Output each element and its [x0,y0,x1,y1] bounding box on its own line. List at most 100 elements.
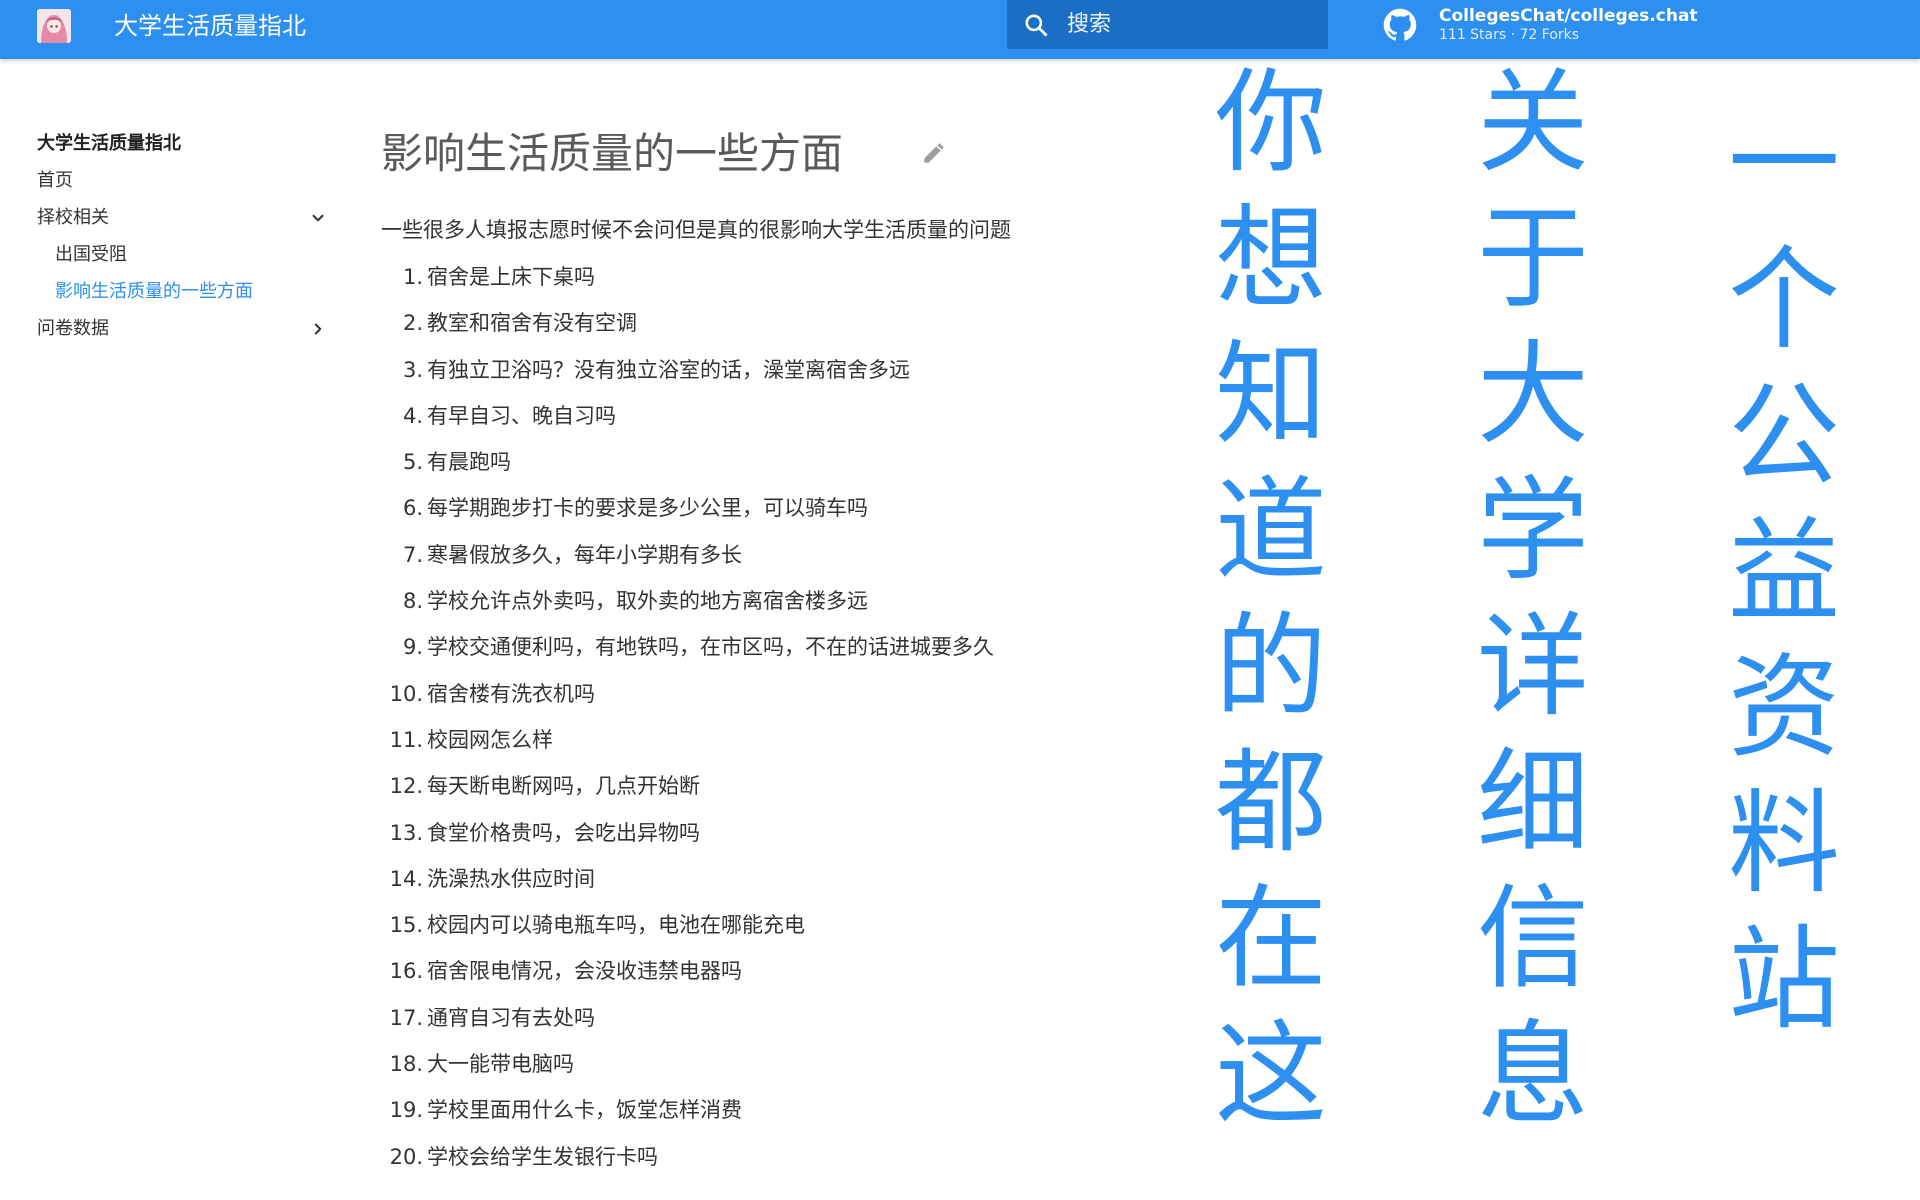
overlay-char: 道 [1215,466,1327,596]
overlay-char: 都 [1215,738,1327,868]
list-item-text: 大一能带电脑吗 [427,1052,574,1077]
overlay-char: 大 [1477,330,1589,460]
list-item: 4. 有早自习、晚自习吗 [381,402,1181,448]
question-list: 1. 宿舍是上床下桌吗 2. 教室和宿舍有没有空调 3. 有独立卫浴吗？没有独立浴室的… [381,263,1181,1189]
sidebar-title: 大学生活质量指北 [37,133,181,154]
list-item-text: 宿舍限电情况，会没收违禁电器吗 [427,959,742,984]
repo-stats: 111 Stars · 72 Forks [1439,27,1580,43]
list-item-number: 18. [389,1052,423,1077]
search-icon [1025,14,1048,37]
list-item: 12. 每天断电断网吗，几点开始断 [381,772,1181,818]
overlay-char: 学 [1477,466,1589,596]
list-item-text: 通宵自习有去处吗 [427,1005,595,1030]
list-item-number: 11. [389,727,423,752]
sidebar-item-label: 择校相关 [37,207,109,228]
list-item: 5. 有晨跑吗 [381,448,1181,494]
page-title: 影响生活质量的一些方面 [381,129,844,178]
overlay-char: 的 [1215,602,1327,732]
list-item: 9. 学校交通便利吗，有地铁吗，在市区吗，不在的话进城要多久 [381,633,1181,679]
list-item: 11. 校园网怎么样 [381,726,1181,772]
list-item-text: 每天断电断网吗，几点开始断 [427,774,700,799]
sidebar-item-quality-factors[interactable]: 影响生活质量的一些方面 [37,278,327,315]
overlay-char: 益 [1728,507,1840,637]
list-item: 20. 学校会给学生发银行卡吗 [381,1143,1181,1189]
list-item-number: 7. [402,542,423,567]
overlay-char: 于 [1477,194,1589,324]
list-item-text: 教室和宿舍有没有空调 [427,311,637,336]
chevron-right-icon[interactable] [309,320,327,338]
list-item: 14. 洗澡热水供应时间 [381,865,1181,911]
list-item-number: 13. [389,820,423,845]
list-item: 3. 有独立卫浴吗？没有独立浴室的话，澡堂离宿舍多远 [381,356,1181,402]
list-item-text: 洗澡热水供应时间 [427,866,595,891]
list-item-text: 食堂价格贵吗，会吃出异物吗 [427,820,700,845]
sidebar-item-survey-data[interactable]: 问卷数据 [37,315,327,352]
list-item-number: 15. [389,913,423,938]
overlay-char: 公 [1728,371,1840,501]
overlay-char: 资 [1728,643,1840,773]
search-input[interactable]: 搜索 [1007,0,1328,49]
site-title[interactable]: 大学生活质量指北 [114,11,306,41]
list-item-number: 5. [402,450,423,475]
list-item-number: 17. [389,1005,423,1030]
list-item-text: 寒暑假放多久，每年小学期有多长 [427,542,742,567]
overlay-char: 一 [1728,99,1840,229]
intro-paragraph: 一些很多人填报志愿时候不会问但是真的很影响大学生活质量的问题 [381,218,1011,242]
list-item: 15. 校园内可以骑电瓶车吗，电池在哪能充电 [381,911,1181,957]
sidebar-item-study-abroad[interactable]: 出国受阻 [37,241,327,278]
sidebar-nav: 大学生活质量指北 首页 择校相关 出国受阻 影响生活质量的一些方面 问卷数据 [37,130,327,352]
list-item-number: 8. [402,589,423,614]
list-item-number: 9. [402,635,423,660]
overlay-char: 细 [1477,738,1589,868]
overlay-char: 这 [1215,1010,1327,1140]
overlay-char: 你 [1215,58,1327,188]
list-item: 1. 宿舍是上床下桌吗 [381,263,1181,309]
overlay-char: 知 [1215,330,1327,460]
list-item-number: 10. [389,681,423,706]
list-item-number: 2. [402,311,423,336]
list-item-text: 学校交通便利吗，有地铁吗，在市区吗，不在的话进城要多久 [427,635,994,660]
overlay-slogan-column-1: 你 想 知 道 的 都 在 这 [1203,55,1339,1143]
list-item: 18. 大一能带电脑吗 [381,1050,1181,1096]
overlay-char: 在 [1215,874,1327,1004]
list-item: 7. 寒暑假放多久，每年小学期有多长 [381,541,1181,587]
chevron-down-icon[interactable] [309,209,327,227]
overlay-slogan-column-2: 关 于 大 学 详 细 信 息 [1465,55,1601,1143]
list-item-number: 16. [389,959,423,984]
list-item: 2. 教室和宿舍有没有空调 [381,309,1181,355]
list-item-text: 每学期跑步打卡的要求是多少公里，可以骑车吗 [427,496,868,521]
list-item: 19. 学校里面用什么卡，饭堂怎样消费 [381,1096,1181,1142]
overlay-char: 息 [1477,1010,1589,1140]
list-item: 8. 学校允许点外卖吗，取外卖的地方离宿舍楼多远 [381,587,1181,633]
sidebar-item-home[interactable]: 首页 [37,167,327,204]
overlay-char: 个 [1728,235,1840,365]
search-placeholder: 搜索 [1067,12,1112,37]
overlay-char: 关 [1477,58,1589,188]
overlay-char: 信 [1477,874,1589,1004]
list-item: 17. 通宵自习有去处吗 [381,1004,1181,1050]
sidebar-item-school-selection[interactable]: 择校相关 [37,204,327,241]
list-item: 16. 宿舍限电情况，会没收违禁电器吗 [381,957,1181,1003]
site-logo[interactable] [37,9,71,43]
list-item: 10. 宿舍楼有洗衣机吗 [381,680,1181,726]
top-header: 大学生活质量指北 搜索 CollegesChat/colleges.chat 1… [0,0,1920,59]
overlay-char: 料 [1728,779,1840,909]
list-item: 13. 食堂价格贵吗，会吃出异物吗 [381,819,1181,865]
list-item-text: 有晨跑吗 [427,450,511,475]
list-item-number: 4. [402,403,423,428]
list-item-text: 有早自习、晚自习吗 [427,403,616,428]
list-item-number: 3. [402,357,423,382]
github-icon [1383,8,1417,41]
overlay-char: 详 [1477,602,1589,732]
list-item-number: 20. [389,1144,423,1169]
overlay-slogan-column-3: 一 个 公 益 资 料 站 [1716,96,1852,1048]
list-item-text: 有独立卫浴吗？没有独立浴室的话，澡堂离宿舍多远 [427,357,910,382]
list-item-number: 19. [389,1098,423,1123]
overlay-char: 想 [1215,194,1327,324]
list-item: 6. 每学期跑步打卡的要求是多少公里，可以骑车吗 [381,494,1181,540]
list-item-number: 6. [402,496,423,521]
list-item-text: 学校里面用什么卡，饭堂怎样消费 [427,1098,742,1123]
list-item-number: 14. [389,866,423,891]
list-item-number: 1. [402,265,423,289]
list-item-text: 校园内可以骑电瓶车吗，电池在哪能充电 [427,913,805,938]
